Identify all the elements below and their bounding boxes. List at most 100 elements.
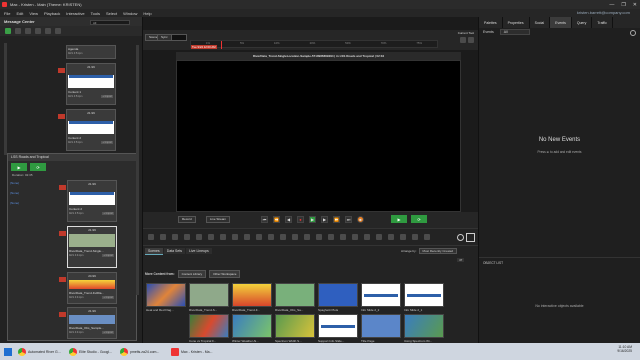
events-filter-select[interactable]: All	[499, 29, 530, 35]
step-back-icon[interactable]: ⏪	[273, 216, 280, 223]
list-item[interactable]: 21.99 Content 2 9/21 4:51pm + Import	[58, 109, 116, 151]
scene-thumbnail[interactable]	[404, 314, 444, 338]
tool-icon[interactable]	[184, 234, 190, 240]
import-button[interactable]: + Import	[102, 212, 114, 215]
list-item[interactable]: 21.99 Content 1 9/21 4:51pm + Import	[58, 63, 116, 105]
rundown-group[interactable]: LSS Roads and Tropical ▶ ⟳ Duration: 02:…	[7, 153, 137, 341]
folder-icon[interactable]	[15, 28, 21, 34]
tool-icon[interactable]	[376, 234, 382, 240]
copy-icon[interactable]	[25, 28, 31, 34]
tool-icon[interactable]	[388, 234, 394, 240]
scene-thumbnail[interactable]	[275, 314, 315, 338]
tool-icon[interactable]	[220, 234, 226, 240]
maximize-button[interactable]: ❐	[621, 2, 625, 8]
tab-live-lineups[interactable]: Live Lineups	[186, 248, 212, 254]
tab-traffic[interactable]: Traffic	[592, 17, 613, 28]
tool-icon[interactable]	[172, 234, 178, 240]
taskbar-app[interactable]: Elite Studio - Googl...	[69, 347, 115, 356]
taskbar-app[interactable]: pmelts.za24.com...	[120, 347, 166, 356]
tool-icon[interactable]	[328, 234, 334, 240]
tool-icon[interactable]	[304, 234, 310, 240]
scene-thumbnail[interactable]	[146, 283, 186, 307]
rundown-link[interactable]: (None)	[10, 181, 19, 185]
sync-toggle[interactable]: Sync	[157, 34, 172, 41]
tool-icon[interactable]	[232, 234, 238, 240]
play-rundown-button[interactable]: ▶	[11, 163, 27, 171]
tab-query[interactable]: Query	[572, 17, 593, 28]
tool-icon[interactable]	[208, 234, 214, 240]
add-icon[interactable]	[5, 28, 11, 34]
import-button[interactable]: + Import	[101, 95, 113, 98]
menu-interactive[interactable]: Interactive	[66, 11, 84, 16]
tab-properties[interactable]: Properties	[503, 17, 530, 28]
tool-icon[interactable]	[400, 234, 406, 240]
scene-thumbnail[interactable]	[232, 314, 272, 338]
skip-start-icon[interactable]: ⏮	[261, 216, 268, 223]
time-input[interactable]	[171, 34, 187, 41]
record-button[interactable]: Record	[178, 216, 196, 223]
import-button[interactable]: + Import	[102, 254, 114, 257]
user-email[interactable]: kristen.barrett@company.com	[577, 10, 630, 15]
list-item[interactable]: Agenda 9/21 4:51pm	[66, 45, 116, 59]
play-icon[interactable]	[460, 37, 466, 43]
arrange-select[interactable]: Most Recently Created	[418, 248, 458, 254]
delete-icon[interactable]	[35, 28, 41, 34]
list-item[interactable]: 21.99 Content 2 9/21 4:51pm + Import	[59, 180, 117, 222]
menu-playback[interactable]: Playback	[44, 11, 60, 16]
timeline-marker[interactable]: Tue 9/24 12:00 AM	[191, 45, 217, 49]
menu-help[interactable]: Help	[143, 11, 151, 16]
list-item[interactable]: 24.99 RiverData_Trend-FullDa... 9/21 4:4…	[59, 272, 117, 304]
tab-social[interactable]: Social	[530, 17, 551, 28]
scene-thumbnail[interactable]	[318, 314, 358, 338]
scene-thumbnail[interactable]	[275, 283, 315, 307]
tool-icon[interactable]	[280, 234, 286, 240]
menu-file[interactable]: File	[4, 11, 10, 16]
rundown-link[interactable]: (None)	[10, 191, 19, 195]
preview-canvas[interactable]	[176, 60, 461, 212]
scene-thumbnail[interactable]	[404, 283, 444, 307]
tool-icon[interactable]	[316, 234, 322, 240]
tab-palettes[interactable]: Palettes	[479, 17, 503, 28]
close-button[interactable]: ✕	[633, 2, 637, 8]
tool-icon[interactable]	[364, 234, 370, 240]
tool-icon[interactable]	[244, 234, 250, 240]
expand-icon[interactable]	[466, 233, 475, 242]
message-filter-select[interactable]: All	[90, 20, 130, 25]
menu-window[interactable]: Window	[123, 11, 137, 16]
stop-icon[interactable]: ■	[357, 216, 364, 223]
menu-edit[interactable]: Edit	[16, 11, 23, 16]
source-other-workspace[interactable]: Other Workspace	[209, 270, 241, 278]
taskbar-app[interactable]: Automated River G...	[18, 347, 64, 356]
menu-select[interactable]: Select	[106, 11, 117, 16]
minimize-button[interactable]: —	[609, 2, 614, 8]
step-forward-icon[interactable]: ⏩	[333, 216, 340, 223]
next-frame-icon[interactable]: ▶	[321, 216, 328, 223]
tool-icon[interactable]	[256, 234, 262, 240]
import-button[interactable]: + Import	[102, 296, 114, 299]
left-scrollbar[interactable]	[136, 45, 139, 295]
scene-thumbnail[interactable]	[318, 283, 358, 307]
tool-icon[interactable]	[424, 234, 430, 240]
tool-icon[interactable]	[148, 234, 154, 240]
filter-icon[interactable]	[55, 28, 61, 34]
playhead[interactable]	[221, 41, 222, 49]
clock[interactable]: 11:10 AM 9/16/2025	[617, 345, 632, 353]
import-button[interactable]: + Import	[101, 141, 113, 144]
live-stream-button[interactable]: Live Stream	[206, 216, 231, 223]
loop-icon[interactable]	[468, 37, 474, 43]
rundown-link[interactable]: (None)	[10, 201, 19, 205]
tool-icon[interactable]	[196, 234, 202, 240]
go-button[interactable]: ▶	[391, 215, 407, 223]
loop-rundown-button[interactable]: ⟳	[30, 163, 46, 171]
timeline-ruler[interactable]: 1% 5% 10% 20% 50% 70% 75% Tue 9/24 12:00…	[190, 40, 438, 49]
taskbar-app[interactable]: Max - Kristen - Ma...	[171, 347, 217, 356]
tool-icon[interactable]	[340, 234, 346, 240]
start-icon[interactable]	[4, 347, 12, 356]
scene-thumbnail[interactable]	[361, 314, 401, 338]
tab-scenes[interactable]: Scenes	[145, 247, 163, 255]
cycle-button[interactable]: ⟳	[411, 215, 427, 223]
record-dot-icon[interactable]: ●	[297, 216, 304, 223]
settings-icon[interactable]	[457, 234, 464, 241]
skip-end-icon[interactable]: ⏭	[345, 216, 352, 223]
scene-thumbnail[interactable]	[189, 314, 229, 338]
